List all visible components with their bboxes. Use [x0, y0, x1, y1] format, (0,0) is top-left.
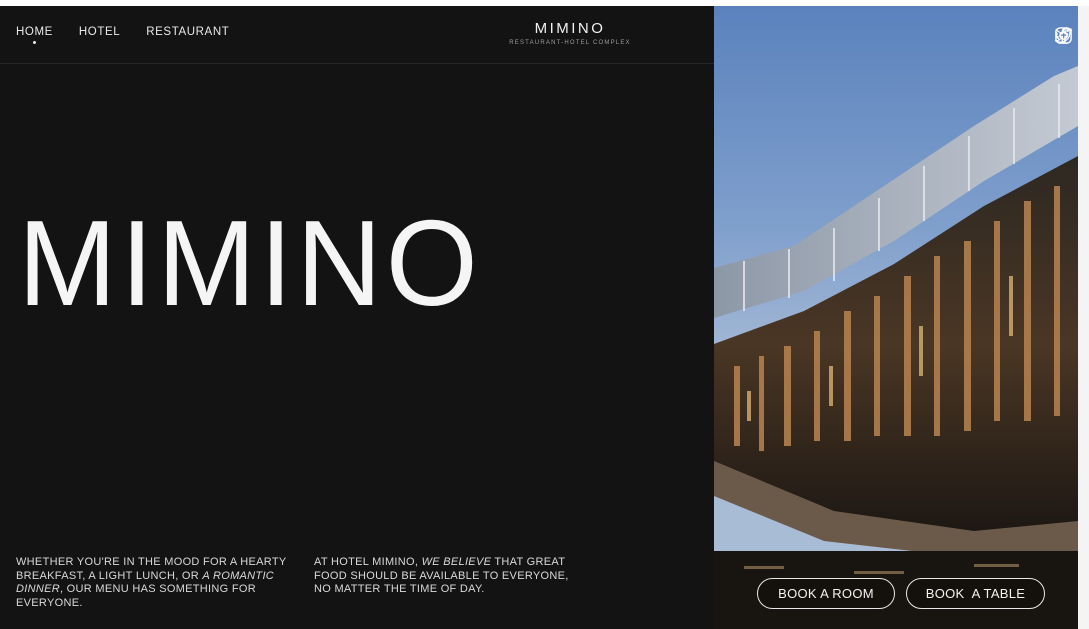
hero-title: MIMINO: [18, 195, 482, 331]
book-room-label: BOOK A ROOM: [778, 586, 874, 601]
twitter-icon[interactable]: [1054, 26, 1073, 45]
book-table-label: BOOK A TABLE: [925, 586, 1026, 601]
brand-logo[interactable]: MIMINO RESTAURANT-HOTEL COMPLEX: [490, 20, 650, 46]
booking-actions: BOOK A ROOM BOOK A TABLE: [757, 578, 1045, 609]
active-indicator-dot: [32, 41, 36, 44]
nav-item-hotel[interactable]: HOTEL: [79, 26, 120, 38]
brand-subtitle: RESTAURANT-HOTEL COMPLEX: [509, 40, 631, 46]
main-nav: HOME HOTEL RESTAURANT: [16, 26, 229, 44]
nav-item-hotel-label: HOTEL: [78, 26, 121, 38]
page: HOME HOTEL RESTAURANT MIMINO RESTAURANT-…: [0, 6, 1078, 629]
top-navigation-bar: HOME HOTEL RESTAURANT MIMINO RESTAURANT-…: [0, 6, 714, 64]
brand-name: MIMINO: [534, 20, 606, 37]
nav-item-home-label: HOME: [16, 26, 53, 38]
intro-text-menu: WHETHER YOU'RE IN THE MOOD FOR A HEARTY …: [16, 556, 291, 610]
left-panel: HOME HOTEL RESTAURANT MIMINO RESTAURANT-…: [0, 6, 714, 629]
nav-item-restaurant[interactable]: RESTAURANT: [146, 26, 229, 38]
intro-text-belief: AT HOTEL MIMINO, WE BELIEVE THAT GREAT F…: [314, 556, 574, 597]
building-illustration: [714, 6, 1078, 629]
book-room-button[interactable]: BOOK A ROOM: [757, 578, 895, 609]
scrollbar[interactable]: [1078, 6, 1089, 629]
hotel-building-image: BOOK A ROOM BOOK A TABLE: [714, 6, 1078, 629]
intro-text-belief-part1: AT HOTEL MIMINO,: [314, 556, 422, 568]
intro-text-belief-emphasis: WE BELIEVE: [421, 556, 492, 568]
nav-item-home[interactable]: HOME: [16, 26, 53, 44]
nav-item-restaurant-label: RESTAURANT: [146, 26, 230, 38]
book-table-button[interactable]: BOOK A TABLE: [906, 578, 1045, 609]
